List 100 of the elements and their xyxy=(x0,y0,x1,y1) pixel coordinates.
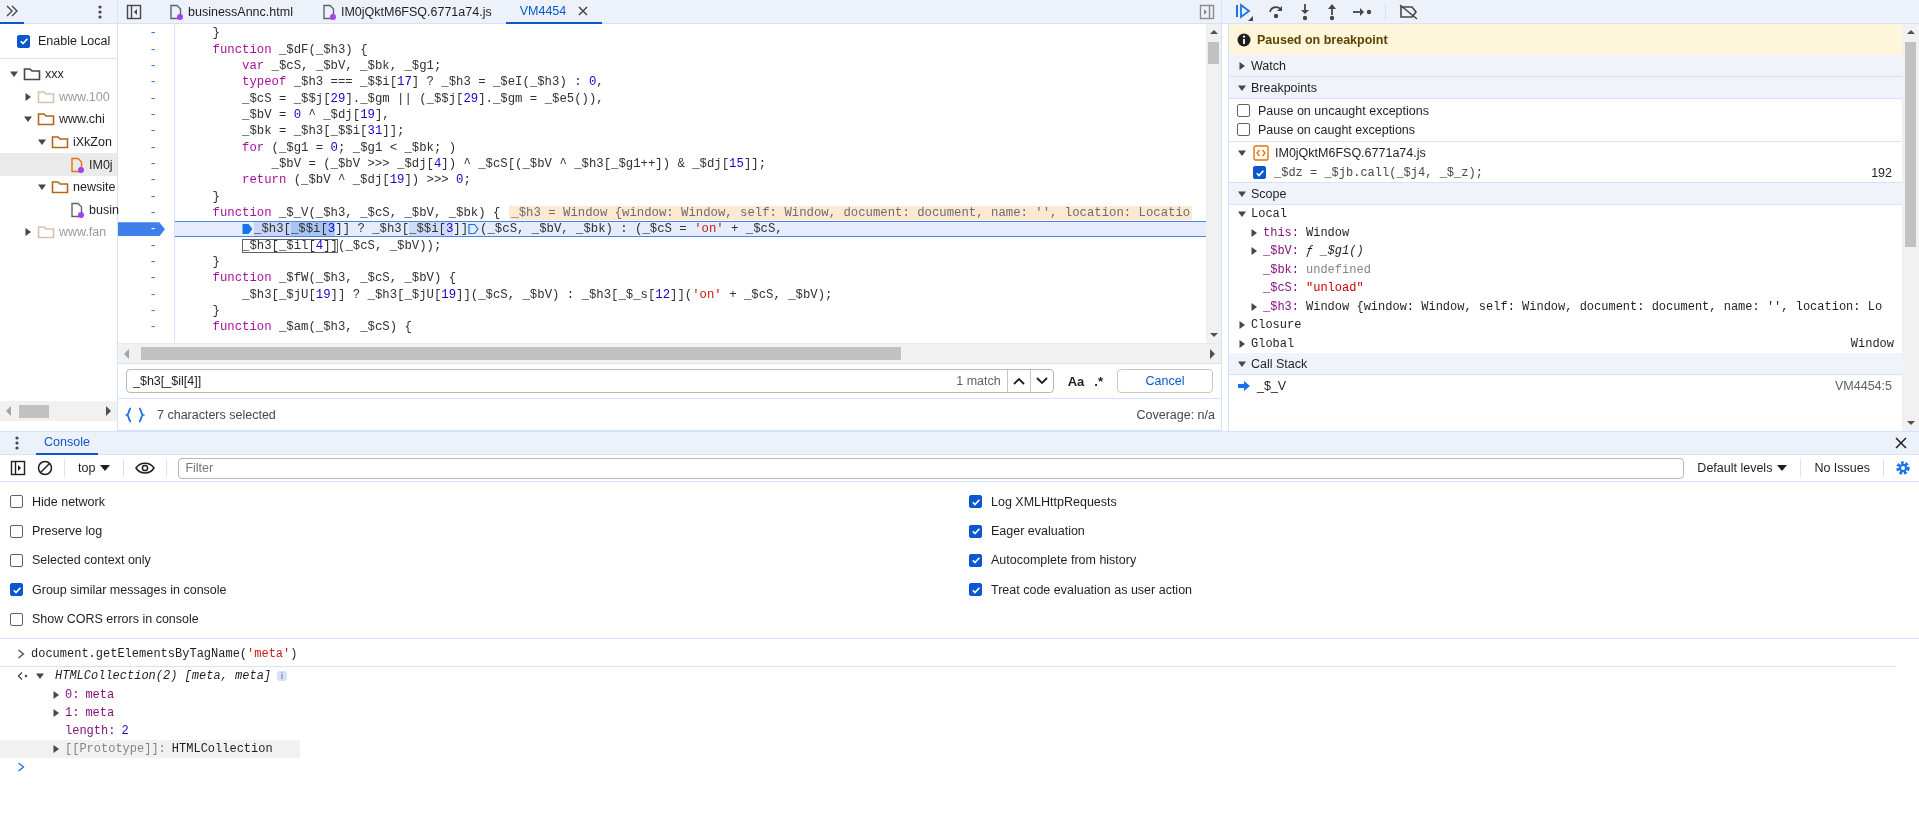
scrollbar[interactable] xyxy=(118,343,1221,363)
code-text: function _$dF(_$h3) { xyxy=(212,42,368,57)
resume-icon[interactable] xyxy=(1234,2,1254,21)
close-icon[interactable] xyxy=(578,5,589,16)
checkbox-label[interactable]: Eager evaluation xyxy=(991,524,1085,539)
tree-item[interactable]: xxx xyxy=(0,63,117,86)
section-header[interactable]: Call Stack xyxy=(1229,353,1902,375)
result-summary: HTMLCollection(2) [meta, meta] xyxy=(55,669,272,684)
breakpoint-code: _$dz = _$jb.call(_$j4, _$_z); xyxy=(1274,165,1483,180)
checkbox[interactable] xyxy=(10,524,23,538)
scrollbar[interactable] xyxy=(1902,24,1919,431)
variable-value: Window {window: Window, self: Window, document: document, name: '', location: Lo xyxy=(1306,299,1883,314)
panel-tab[interactable]: Console xyxy=(36,431,98,455)
checkbox-label[interactable]: Log XMLHttpRequests xyxy=(991,494,1117,509)
property-key: 0: xyxy=(65,687,80,702)
issues-button[interactable]: No Issues xyxy=(1812,461,1872,475)
pretty-print-icon[interactable] xyxy=(125,406,145,423)
caret-right-icon[interactable] xyxy=(1237,320,1247,331)
checkbox-label[interactable]: Group similar messages in console xyxy=(32,582,227,597)
checkbox-label[interactable]: Treat code evaluation as user action xyxy=(991,582,1193,597)
eye-icon[interactable] xyxy=(135,461,156,475)
section-header[interactable]: Breakpoints xyxy=(1229,77,1902,99)
search-box[interactable]: _$h3[_$il[4]] 1 match xyxy=(126,369,1054,393)
command-text: document.getElementsByTagName('meta') xyxy=(31,647,298,662)
checkbox[interactable] xyxy=(10,495,23,509)
file-name: IM0jQktM6FSQ.6771a74.js xyxy=(1275,145,1426,160)
match-case-toggle[interactable]: Aa xyxy=(1067,373,1085,389)
tree-item[interactable]: newsite xyxy=(0,175,117,199)
file-tab[interactable]: IM0jQktM6FSQ.6771a74.js xyxy=(306,0,506,24)
levels-dropdown[interactable]: Default levels xyxy=(1695,461,1790,475)
step-out-icon[interactable] xyxy=(1325,2,1339,21)
more-icon[interactable] xyxy=(97,3,103,20)
caret-right-icon[interactable] xyxy=(1249,227,1259,238)
deactivate-breakpoints-icon[interactable] xyxy=(1399,3,1419,20)
inline-breakpoint-icon[interactable] xyxy=(468,223,480,236)
scope-item[interactable]: Global Window xyxy=(1229,334,1902,353)
checkbox-label[interactable]: Pause on uncaught exceptions xyxy=(1258,103,1429,118)
section-header[interactable]: Watch xyxy=(1229,55,1902,77)
filter-field[interactable]: Filter xyxy=(178,457,1685,479)
return-arrow-icon xyxy=(17,671,29,682)
caret-right-icon[interactable] xyxy=(1249,246,1259,257)
line-number: - xyxy=(149,304,157,318)
checkbox[interactable] xyxy=(1237,123,1250,136)
sidebar-toggle-icon[interactable] xyxy=(126,3,142,20)
file-icon xyxy=(320,3,337,20)
settings-icon[interactable] xyxy=(1895,460,1911,476)
checkbox[interactable] xyxy=(969,583,982,597)
scrollbar[interactable] xyxy=(0,401,117,421)
sidebar-toggle-icon[interactable] xyxy=(1199,3,1215,20)
checkbox[interactable] xyxy=(1237,104,1250,117)
caret-right-icon[interactable] xyxy=(51,743,61,754)
checkbox[interactable] xyxy=(1253,166,1266,179)
info-badge[interactable]: i xyxy=(277,671,288,682)
section-header[interactable]: Scope xyxy=(1229,183,1902,205)
clear-icon[interactable] xyxy=(37,460,53,476)
tree-item[interactable]: iXkZon xyxy=(0,130,117,154)
file-tab[interactable]: businessAnnc.html xyxy=(154,0,307,24)
line-number: - xyxy=(149,222,157,237)
checkbox[interactable] xyxy=(969,524,982,538)
checkbox[interactable] xyxy=(10,583,23,597)
caret-right-icon[interactable] xyxy=(1237,60,1247,71)
file-tab[interactable]: VM4454 xyxy=(505,0,603,24)
checkbox-label[interactable]: Preserve log xyxy=(32,524,103,539)
double-chevron-icon[interactable] xyxy=(4,3,20,18)
caret-right-icon[interactable] xyxy=(51,689,61,700)
checkbox[interactable] xyxy=(969,495,982,509)
tree-item[interactable]: busin xyxy=(0,198,117,222)
checkbox-label[interactable]: Selected context only xyxy=(32,553,151,568)
scope-item[interactable]: Local xyxy=(1229,205,1902,224)
checkbox-label[interactable]: Enable Local xyxy=(38,34,111,48)
caret-right-icon[interactable] xyxy=(51,707,61,718)
checkbox-label[interactable]: Autocomplete from history xyxy=(991,553,1137,568)
regex-toggle[interactable]: .* xyxy=(1094,373,1103,389)
tree-item[interactable]: www.chi xyxy=(0,108,117,131)
sidebar-toggle-icon[interactable] xyxy=(10,460,26,476)
context-dropdown[interactable]: top xyxy=(76,461,113,475)
scope-item[interactable]: Closure xyxy=(1229,316,1902,335)
checkbox[interactable] xyxy=(17,34,30,48)
caret-right-icon[interactable] xyxy=(1237,338,1247,349)
info-icon xyxy=(1237,32,1251,47)
checkbox[interactable] xyxy=(10,553,23,567)
close-icon[interactable] xyxy=(1895,437,1907,449)
code-text: var _$cS, _$bV, _$bk, _$g1; xyxy=(242,58,442,73)
checkbox[interactable] xyxy=(10,612,23,626)
call-frame[interactable]: _$_V VM4454:5 xyxy=(1229,375,1902,397)
tree-item[interactable]: IM0j xyxy=(0,153,117,176)
caret-right-icon[interactable] xyxy=(23,227,33,238)
caret-right-icon[interactable] xyxy=(23,91,33,102)
scrollbar[interactable] xyxy=(1206,24,1221,343)
checkbox-label[interactable]: Hide network xyxy=(32,494,105,509)
checkbox-label[interactable]: Show CORS errors in console xyxy=(32,612,199,627)
checkbox[interactable] xyxy=(969,553,982,567)
cancel-button[interactable]: Cancel xyxy=(1117,369,1213,393)
search-field[interactable]: _$h3[_$il[4]] xyxy=(127,371,957,391)
breakpoint-marker[interactable] xyxy=(118,222,165,237)
checkbox-label[interactable]: Pause on caught exceptions xyxy=(1258,122,1416,137)
more-icon[interactable] xyxy=(14,435,20,451)
property-value: meta xyxy=(85,687,115,702)
caret-right-icon[interactable] xyxy=(1249,301,1259,312)
property-value: meta xyxy=(85,705,115,720)
